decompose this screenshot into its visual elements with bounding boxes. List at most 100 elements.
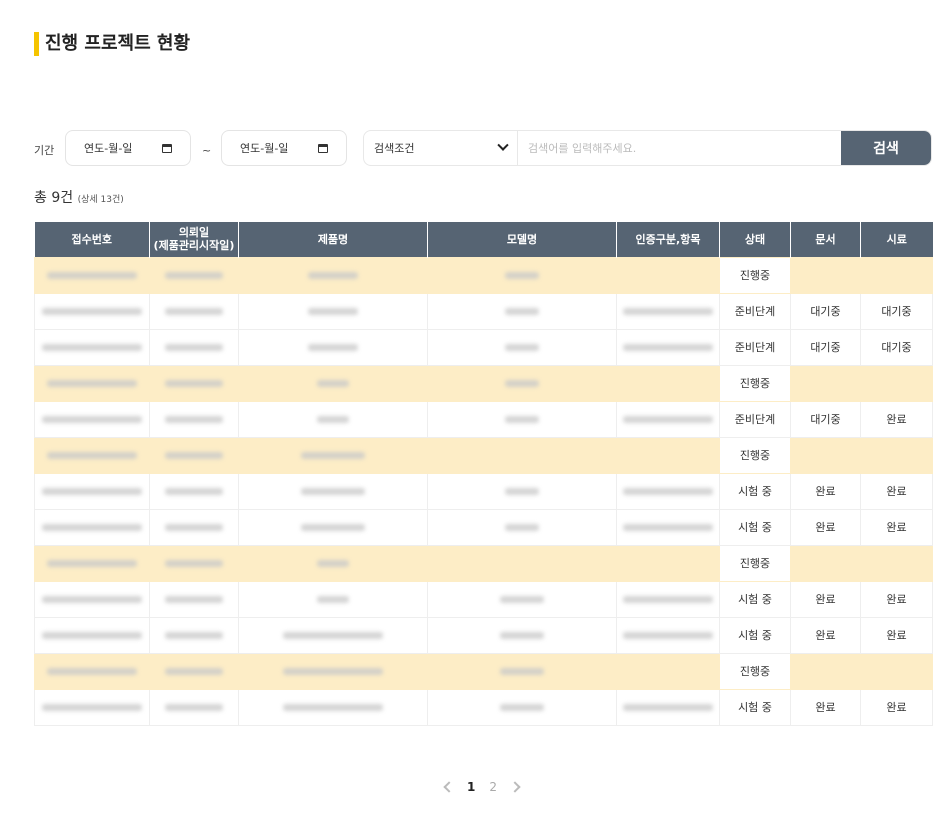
redacted-cell [427,688,617,726]
redacted-text [283,667,383,675]
status: 진행중 [719,436,791,474]
redacted-cell [149,652,239,690]
redacted-cell [34,400,150,438]
start-date-placeholder: 연도-월-일 [84,142,133,155]
header-status: 상태 [719,222,791,257]
redacted-cell [34,544,150,582]
redacted-text [165,667,223,675]
pagination: 1 2 [443,780,521,794]
redacted-text [42,703,142,711]
redacted-text [165,559,223,567]
redacted-text [42,631,142,639]
redacted-text [317,379,349,387]
redacted-text [42,415,142,423]
redacted-cell [427,436,617,474]
redacted-cell [616,580,720,618]
table-row[interactable]: 시험 중 완료 완료 [34,688,933,726]
table-row[interactable]: 준비단계 대기중 완료 [34,400,933,438]
status: 진행중 [719,256,791,294]
redacted-text [283,703,383,711]
redacted-text [505,415,539,423]
redacted-cell [149,400,239,438]
status: 진행중 [719,544,791,582]
redacted-text [505,523,539,531]
redacted-cell [616,472,720,510]
document-status: 대기중 [790,328,861,366]
table-row[interactable]: 준비단계 대기중 대기중 [34,328,933,366]
sample-status: 완료 [860,616,933,654]
redacted-text [165,379,223,387]
table-row[interactable]: 진행중 [34,652,933,690]
start-date-input[interactable]: 연도-월-일 [65,130,191,166]
redacted-cell [34,436,150,474]
redacted-cell [34,652,150,690]
search-button[interactable]: 검색 [841,131,931,165]
calendar-icon[interactable] [318,143,328,153]
period-label: 기간 [34,144,55,157]
header-model-name: 모델명 [427,222,617,257]
redacted-text [308,271,358,279]
redacted-cell [34,616,150,654]
document-status [790,256,861,294]
status: 진행중 [719,652,791,690]
redacted-cell [616,292,720,330]
redacted-cell [616,256,720,294]
redacted-text [505,307,539,315]
sample-status: 완료 [860,508,933,546]
document-status [790,436,861,474]
redacted-text [317,559,349,567]
redacted-text [42,523,142,531]
redacted-cell [616,328,720,366]
redacted-text [623,523,713,531]
table-row[interactable]: 시험 중 완료 완료 [34,508,933,546]
table-row[interactable]: 시험 중 완료 완료 [34,580,933,618]
page-1[interactable]: 1 [467,780,475,794]
redacted-cell [238,472,428,510]
chevron-right-icon[interactable] [509,781,521,793]
sample-status: 대기중 [860,328,933,366]
status: 준비단계 [719,328,791,366]
calendar-icon[interactable] [162,143,172,153]
chevron-left-icon[interactable] [443,781,455,793]
redacted-cell [34,508,150,546]
redacted-cell [616,652,720,690]
redacted-cell [149,508,239,546]
table-row[interactable]: 진행중 [34,436,933,474]
search-condition-select[interactable]: 검색조건 [364,131,518,165]
redacted-text [301,523,365,531]
redacted-cell [616,688,720,726]
redacted-cell [149,256,239,294]
table-row[interactable]: 진행중 [34,544,933,582]
end-date-input[interactable]: 연도-월-일 [221,130,347,166]
table-row[interactable]: 진행중 [34,256,933,294]
sample-status [860,652,933,690]
redacted-cell [34,328,150,366]
redacted-text [165,631,223,639]
result-count: 총 9건 (상세 13건) [34,187,124,207]
total-count: 총 9건 [34,190,74,206]
header-document: 문서 [790,222,861,257]
redacted-cell [149,616,239,654]
table-row[interactable]: 진행중 [34,364,933,402]
search-input[interactable] [518,131,841,165]
table-row[interactable]: 시험 중 완료 완료 [34,616,933,654]
redacted-text [623,703,713,711]
redacted-text [42,595,142,603]
redacted-cell [238,688,428,726]
table-row[interactable]: 준비단계 대기중 대기중 [34,292,933,330]
redacted-text [317,415,349,423]
header-product-name: 제품명 [238,222,428,257]
document-status [790,544,861,582]
sample-status: 완료 [860,400,933,438]
sample-status [860,436,933,474]
status: 시험 중 [719,472,791,510]
redacted-cell [427,580,617,618]
redacted-cell [149,472,239,510]
page-2[interactable]: 2 [489,780,497,794]
redacted-cell [149,364,239,402]
sample-status: 완료 [860,688,933,726]
redacted-text [165,487,223,495]
sample-status: 대기중 [860,292,933,330]
redacted-cell [238,580,428,618]
table-row[interactable]: 시험 중 완료 완료 [34,472,933,510]
